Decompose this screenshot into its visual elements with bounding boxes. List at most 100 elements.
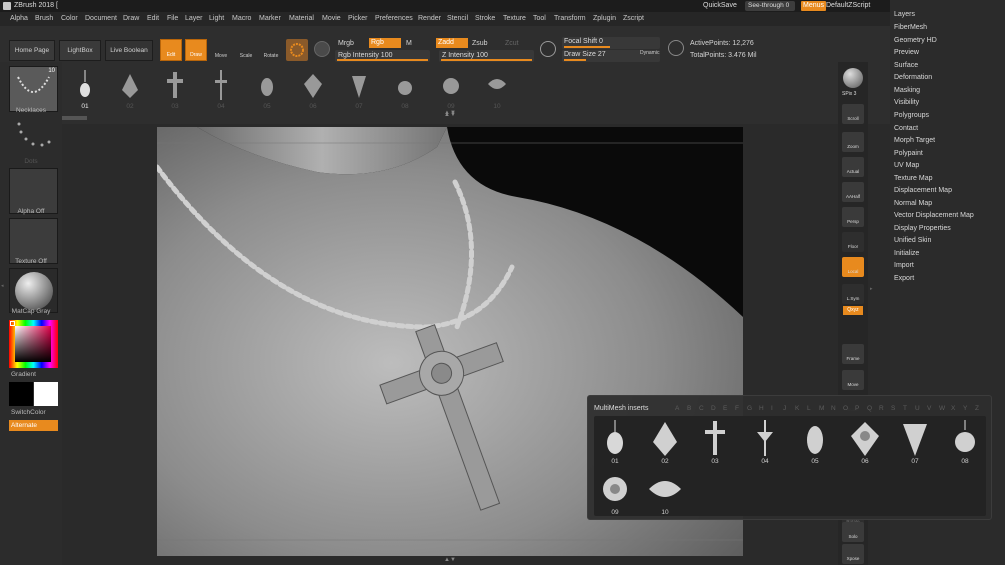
home-page-button[interactable]: Home Page	[9, 40, 55, 61]
insert-thumb-08[interactable]	[947, 418, 983, 458]
rotate-button[interactable]: Rotate	[260, 39, 282, 61]
letter-filter[interactable]: R	[879, 405, 884, 412]
menu-file[interactable]: File	[167, 15, 178, 22]
menu-transform[interactable]: Transform	[554, 15, 586, 22]
letter-filter[interactable]: W	[939, 405, 945, 412]
brush-radius-icon[interactable]	[540, 41, 556, 57]
menu-layer[interactable]: Layer	[185, 15, 203, 22]
letter-filter[interactable]: B	[687, 405, 691, 412]
letter-filter[interactable]: Y	[963, 405, 967, 412]
panel-item-surface[interactable]: Surface	[894, 62, 918, 69]
panel-item-fibermesh[interactable]: FiberMesh	[894, 24, 927, 31]
letter-filter[interactable]: I	[771, 405, 773, 412]
insert-thumb-10[interactable]	[647, 469, 683, 509]
brush-thumb-09[interactable]	[438, 68, 464, 102]
spix-label[interactable]: SPix 3	[842, 91, 856, 97]
local-button[interactable]: Local	[842, 257, 864, 277]
sculptris-pro-button[interactable]	[286, 39, 308, 61]
menu-picker[interactable]: Picker	[348, 15, 367, 22]
insert-thumb-09[interactable]	[597, 469, 633, 509]
brush-thumb-03[interactable]	[162, 68, 188, 102]
menu-marker[interactable]: Marker	[259, 15, 281, 22]
panel-item-texture-map[interactable]: Texture Map	[894, 175, 933, 182]
panel-item-polypaint[interactable]: Polypaint	[894, 150, 923, 157]
panel-item-unified-skin[interactable]: Unified Skin	[894, 237, 931, 244]
m-button[interactable]: M	[406, 40, 412, 47]
gradient-label[interactable]: Gradient	[11, 371, 73, 378]
menu-texture[interactable]: Texture	[503, 15, 526, 22]
insert-thumb-01[interactable]	[597, 418, 633, 458]
scale-button[interactable]: Scale	[235, 39, 257, 61]
panel-item-uv-map[interactable]: UV Map	[894, 162, 919, 169]
panel-item-normal-map[interactable]: Normal Map	[894, 200, 932, 207]
live-boolean-button[interactable]: Live Boolean	[105, 40, 153, 61]
panel-item-visibility[interactable]: Visibility	[894, 99, 919, 106]
zoom-button[interactable]: Zoom	[842, 132, 864, 152]
letter-filter[interactable]: V	[927, 405, 931, 412]
panel-item-deformation[interactable]: Deformation	[894, 74, 932, 81]
panel-item-export[interactable]: Export	[894, 275, 914, 282]
zadd-button[interactable]: Zadd	[436, 38, 468, 48]
insert-thumb-07[interactable]	[897, 418, 933, 458]
letter-filter[interactable]: J	[783, 405, 786, 412]
letter-filter[interactable]: G	[747, 405, 752, 412]
xpose-button[interactable]: Xpose	[842, 544, 864, 564]
menu-tool[interactable]: Tool	[533, 15, 546, 22]
zcut-button[interactable]: Zcut	[505, 40, 519, 47]
scroll-button[interactable]: Scroll	[842, 104, 864, 124]
brush-thumb-10[interactable]	[484, 68, 510, 102]
menu-zplugin[interactable]: Zplugin	[593, 15, 616, 22]
default-zscript-button[interactable]: DefaultZScript	[826, 2, 870, 9]
letter-filter[interactable]: H	[759, 405, 764, 412]
dynamic-toggle[interactable]: Dynamic	[640, 50, 659, 56]
panel-item-contact[interactable]: Contact	[894, 125, 918, 132]
see-through-slider[interactable]: See-through 0	[745, 1, 795, 11]
z-intensity-slider[interactable]: Z Intensity 100	[439, 50, 534, 62]
collapse-right-icon[interactable]: ▸	[870, 286, 873, 292]
insert-thumb-03[interactable]	[697, 418, 733, 458]
lightbox-button[interactable]: LightBox	[59, 40, 101, 61]
color-cursor-icon[interactable]	[10, 321, 15, 326]
letter-filter[interactable]: F	[735, 405, 739, 412]
menu-light[interactable]: Light	[209, 15, 224, 22]
menu-zscript[interactable]: Zscript	[623, 15, 644, 22]
letter-filter[interactable]: C	[699, 405, 704, 412]
letter-filter[interactable]: L	[807, 405, 811, 412]
insert-thumb-06[interactable]	[847, 418, 883, 458]
letter-filter[interactable]: U	[915, 405, 920, 412]
move-view-button[interactable]: Move	[842, 370, 864, 390]
letter-filter[interactable]: O	[843, 405, 848, 412]
quicksave-button[interactable]: QuickSave	[703, 2, 737, 9]
brush-thumb-01[interactable]	[72, 68, 98, 102]
panel-item-import[interactable]: Import	[894, 262, 914, 269]
secondary-color-swatch[interactable]	[34, 382, 58, 406]
brush-thumb-07[interactable]	[346, 68, 372, 102]
move-button[interactable]: Move	[210, 39, 232, 61]
edit-button[interactable]: Edit	[160, 39, 182, 61]
switch-color-button[interactable]: SwitchColor	[11, 409, 73, 416]
rgb-intensity-slider[interactable]: Rgb Intensity 100	[335, 50, 430, 62]
letter-filter[interactable]: Z	[975, 405, 979, 412]
menu-stencil[interactable]: Stencil	[447, 15, 468, 22]
draw-button[interactable]: Draw	[185, 39, 207, 61]
brush-thumb-06[interactable]	[300, 68, 326, 102]
alternate-button[interactable]: Alternate	[9, 420, 58, 431]
menu-movie[interactable]: Movie	[322, 15, 341, 22]
menu-render[interactable]: Render	[418, 15, 441, 22]
letter-filter[interactable]: N	[831, 405, 836, 412]
menu-draw[interactable]: Draw	[123, 15, 139, 22]
panel-item-initialize[interactable]: Initialize	[894, 250, 919, 257]
brush-thumb-04[interactable]	[208, 68, 234, 102]
floor-button[interactable]: Floor	[842, 232, 864, 252]
matcap-thumb[interactable]	[9, 268, 58, 313]
letter-filter[interactable]: X	[951, 405, 955, 412]
panel-item-geometry-hd[interactable]: Geometry HD	[894, 37, 937, 44]
necklaces-brush-thumb[interactable]: 10	[9, 66, 58, 112]
primary-color-swatch[interactable]	[9, 382, 33, 406]
menus-toggle[interactable]: Menus	[801, 1, 827, 11]
chevron-up-down-icon[interactable]: ▲▼	[444, 557, 456, 563]
bpr-sphere-icon[interactable]	[843, 68, 863, 88]
brush-thumb-08[interactable]	[392, 68, 418, 102]
rgb-button[interactable]: Rgb	[369, 38, 401, 48]
panel-item-display-properties[interactable]: Display Properties	[894, 225, 951, 232]
